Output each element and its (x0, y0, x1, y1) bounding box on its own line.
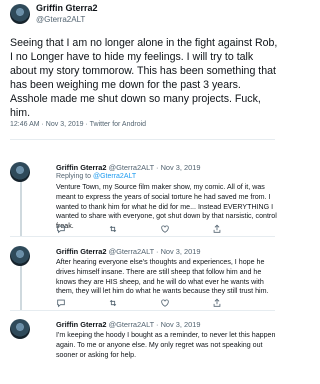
divider (10, 139, 275, 140)
tweet-timestamp[interactable]: 12:46 AM · Nov 3, 2019 · Twitter for And… (10, 121, 146, 128)
replying-to-link[interactable]: @Gterra2ALT (93, 173, 136, 180)
thread-line (20, 260, 22, 310)
author-name[interactable]: Griffin Gterra2 (56, 320, 107, 329)
author-name[interactable]: Griffin Gterra2 (36, 3, 98, 13)
replying-to-label: Replying to (56, 173, 92, 180)
divider (10, 310, 275, 311)
replying-to: Replying to @Gterra2ALT (56, 173, 136, 180)
reply-header: Griffin Gterra2 @Gterra2ALT · Nov 3, 201… (56, 247, 200, 256)
reply-header: Griffin Gterra2 @Gterra2ALT · Nov 3, 201… (56, 320, 200, 329)
reply-header: Griffin Gterra2 @Gterra2ALT · Nov 3, 201… (56, 163, 200, 172)
tweet-thread-page: Griffin Gterra2 @Gterra2ALT Seeing that … (0, 0, 285, 384)
reply-text: I'm keeping the hoody I bought as a remi… (56, 331, 276, 359)
avatar[interactable] (10, 4, 30, 24)
avatar[interactable] (10, 246, 30, 266)
divider (10, 236, 275, 237)
author-handle[interactable]: @Gterra2ALT · Nov 3, 2019 (109, 163, 201, 172)
author-name[interactable]: Griffin Gterra2 (56, 163, 107, 172)
author-handle[interactable]: @Gterra2ALT (36, 15, 85, 24)
main-tweet: Griffin Gterra2 @Gterra2ALT Seeing that … (0, 0, 285, 150)
reply-tweet[interactable]: Griffin Gterra2 @Gterra2ALT · Nov 3, 201… (0, 152, 285, 236)
action-bar (56, 224, 246, 234)
reply-text: After hearing everyone else's thoughts a… (56, 258, 269, 296)
reply-tweet[interactable]: Griffin Gterra2 @Gterra2ALT · Nov 3, 201… (0, 312, 285, 384)
author-name[interactable]: Griffin Gterra2 (56, 247, 107, 256)
author-handle[interactable]: @Gterra2ALT · Nov 3, 2019 (109, 320, 201, 329)
thread-line (20, 174, 22, 236)
author-handle[interactable]: @Gterra2ALT · Nov 3, 2019 (109, 247, 201, 256)
tweet-text: Seeing that I am no longer alone in the … (10, 37, 278, 119)
action-bar (56, 298, 246, 308)
avatar[interactable] (10, 162, 30, 182)
avatar[interactable] (10, 319, 30, 339)
reply-tweet[interactable]: Griffin Gterra2 @Gterra2ALT · Nov 3, 201… (0, 238, 285, 310)
